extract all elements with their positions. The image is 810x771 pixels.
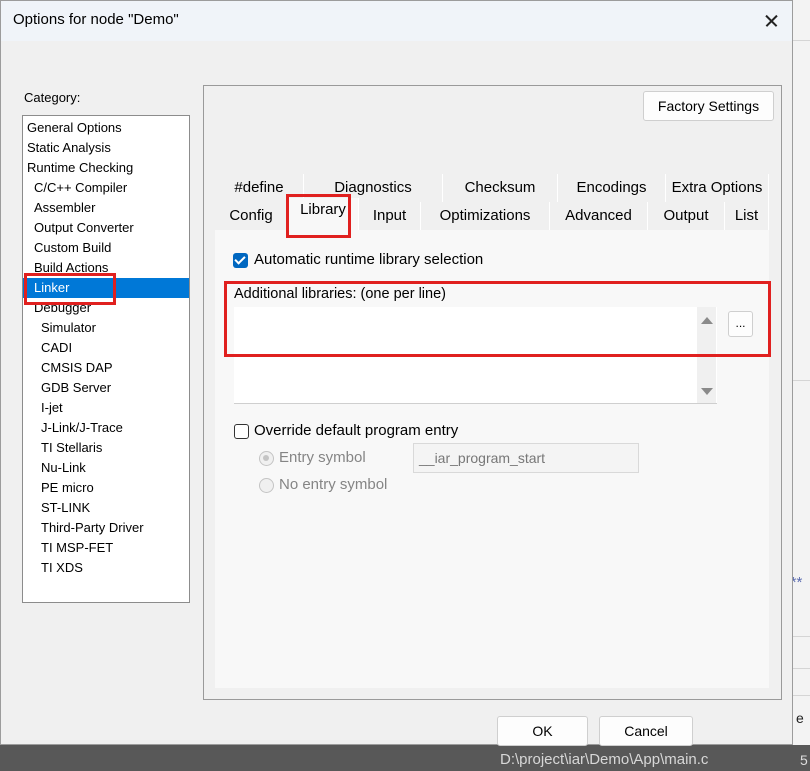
category-item[interactable]: Assembler: [23, 198, 189, 218]
category-item[interactable]: Custom Build: [23, 238, 189, 258]
category-item[interactable]: Simulator: [23, 318, 189, 338]
tab-item[interactable]: Encodings: [558, 174, 666, 202]
no-entry-symbol-radio[interactable]: [259, 478, 274, 493]
entry-symbol-input[interactable]: __iar_program_start: [413, 443, 639, 473]
category-item[interactable]: J-Link/J-Trace: [23, 418, 189, 438]
highlight-library-tab: [286, 194, 351, 238]
category-item[interactable]: GDB Server: [23, 378, 189, 398]
category-item[interactable]: Nu-Link: [23, 458, 189, 478]
highlight-linker: [24, 273, 116, 305]
tab-item[interactable]: Input: [359, 202, 421, 230]
category-item[interactable]: PE micro: [23, 478, 189, 498]
tab-item[interactable]: List: [725, 202, 769, 230]
tab-item[interactable]: Config: [215, 202, 288, 230]
entry-symbol-radio[interactable]: [259, 451, 274, 466]
entry-symbol-label: Entry symbol: [279, 449, 366, 466]
category-item[interactable]: Runtime Checking: [23, 158, 189, 178]
background-text: e: [796, 710, 804, 726]
tab-item[interactable]: Output: [648, 202, 725, 230]
auto-runtime-label: Automatic runtime library selection: [254, 251, 484, 268]
status-file-path: D:\project\iar\Demo\App\main.c: [500, 751, 709, 768]
scroll-down-arrow-icon[interactable]: [701, 388, 713, 395]
category-item[interactable]: C/C++ Compiler: [23, 178, 189, 198]
dialog-title: Options for node "Demo": [13, 11, 179, 28]
category-item[interactable]: Output Converter: [23, 218, 189, 238]
category-item[interactable]: I-jet: [23, 398, 189, 418]
category-item[interactable]: TI XDS: [23, 558, 189, 578]
factory-settings-button[interactable]: Factory Settings: [643, 91, 774, 121]
tab-item[interactable]: Advanced: [550, 202, 648, 230]
tab-item[interactable]: Extra Options: [666, 174, 769, 202]
category-item[interactable]: TI MSP-FET: [23, 538, 189, 558]
ok-button[interactable]: OK: [497, 716, 588, 746]
status-number: 5: [800, 752, 808, 768]
background-editor-strip: [793, 0, 810, 771]
override-entry-checkbox[interactable]: [234, 424, 249, 439]
category-item[interactable]: General Options: [23, 118, 189, 138]
category-item[interactable]: CADI: [23, 338, 189, 358]
no-entry-symbol-label: No entry symbol: [279, 476, 388, 493]
cancel-button[interactable]: Cancel: [599, 716, 693, 746]
close-icon[interactable]: [751, 3, 791, 39]
category-item[interactable]: ST-LINK: [23, 498, 189, 518]
auto-runtime-checkbox[interactable]: [233, 253, 248, 268]
override-entry-label: Override default program entry: [254, 422, 459, 439]
tab-item[interactable]: Optimizations: [421, 202, 550, 230]
category-item[interactable]: Static Analysis: [23, 138, 189, 158]
title-bar[interactable]: Options for node "Demo": [1, 1, 792, 41]
category-label: Category:: [24, 90, 81, 105]
tab-item[interactable]: Checksum: [443, 174, 558, 202]
options-dialog: Options for node "Demo" Category: Genera…: [0, 0, 793, 746]
options-panel: Factory Settings #define Diagnostics Check…: [203, 85, 782, 700]
category-item[interactable]: Third-Party Driver: [23, 518, 189, 538]
category-item[interactable]: TI Stellaris: [23, 438, 189, 458]
category-list[interactable]: General Options Static Analysis Runtime Ch…: [22, 115, 190, 603]
highlight-additional-libraries: [224, 281, 771, 357]
category-item[interactable]: CMSIS DAP: [23, 358, 189, 378]
